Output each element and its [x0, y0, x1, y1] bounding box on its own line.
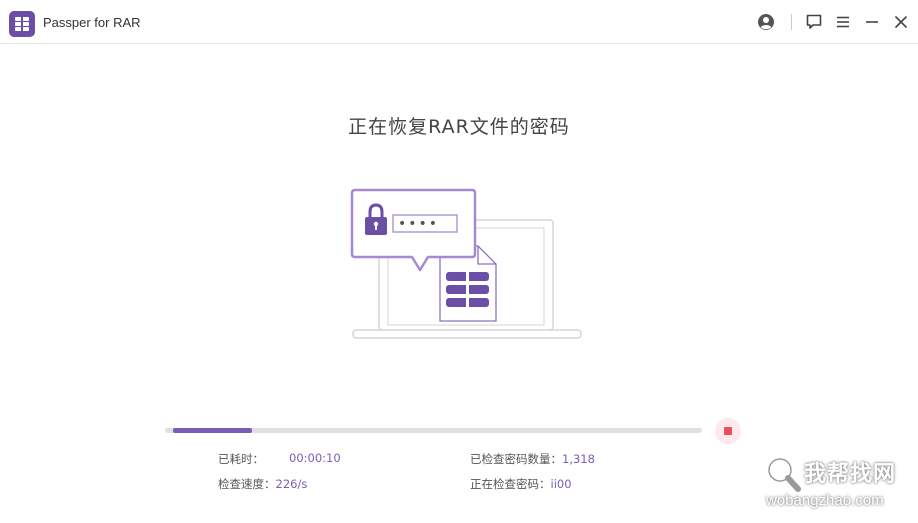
check-speed-label: 检查速度：	[218, 477, 276, 491]
close-icon[interactable]	[892, 13, 910, 31]
current-password: 正在检查密码：ii00	[470, 476, 572, 492]
watermark-cn: 我帮找网	[804, 462, 897, 487]
progress-fill	[173, 428, 252, 433]
checked-count-label: 已检查密码数量：	[470, 452, 562, 466]
password-mask: ••••	[398, 216, 439, 232]
titlebar-separator	[791, 14, 792, 30]
app-title: Passper for RAR	[43, 15, 141, 30]
title-bar: Passper for RAR	[0, 0, 918, 44]
stop-icon	[724, 427, 732, 435]
menu-icon[interactable]	[834, 13, 852, 31]
elapsed-time: 已耗时：	[218, 451, 264, 467]
check-speed-value: 226/s	[275, 477, 308, 491]
magnifier-icon	[766, 456, 801, 492]
app-logo-icon	[9, 11, 35, 37]
stop-button[interactable]	[715, 418, 741, 444]
elapsed-time-value: 00:00:10	[289, 451, 341, 465]
current-password-label: 正在检查密码：	[470, 477, 551, 491]
watermark: 我帮找网 wobangzhao.com	[760, 452, 918, 522]
current-password-value: ii00	[550, 477, 572, 491]
check-speed: 检查速度：226/s	[218, 476, 307, 492]
laptop-base	[352, 329, 582, 339]
rar-password-illustration: ••••	[350, 188, 582, 339]
elapsed-time-value-wrap: 00:00:10	[289, 451, 341, 465]
minimize-icon[interactable]	[863, 13, 881, 31]
page-title: 正在恢复RAR文件的密码	[348, 116, 570, 138]
elapsed-time-label: 已耗时：	[218, 452, 264, 466]
user-icon[interactable]	[757, 13, 775, 31]
watermark-en: wobangzhao.com	[766, 492, 884, 509]
checked-count-value: 1,318	[562, 452, 595, 466]
progress-bar	[165, 428, 702, 433]
checked-count: 已检查密码数量：1,318	[470, 451, 595, 467]
feedback-icon[interactable]	[805, 13, 823, 31]
